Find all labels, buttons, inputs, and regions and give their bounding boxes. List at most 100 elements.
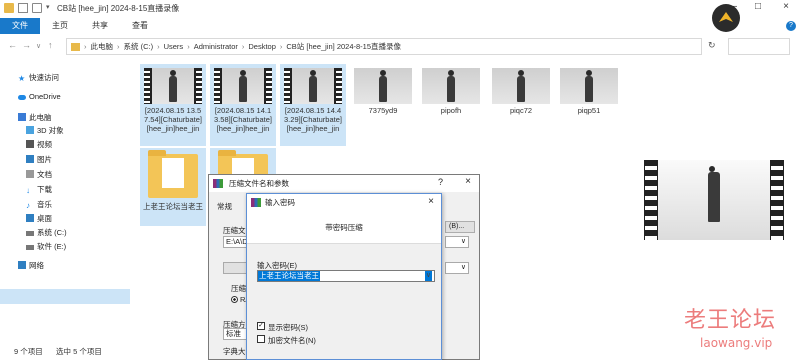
file-item-folder-1[interactable]: 上老王论坛当老王 [140,148,206,226]
refresh-icon[interactable]: ↻ [708,40,716,51]
dialog-close-button[interactable]: × [428,196,434,207]
folder-icon [148,150,198,198]
file-item-video-1[interactable]: [2024.08.15 13.57.54][Chaturbate][hee_ji… [140,64,206,146]
dictionary-label: 字典大 [223,347,246,356]
file-item-image-2[interactable]: pipofh [418,64,484,146]
selected-highlight [0,289,130,304]
encrypt-filenames-checkbox[interactable] [257,335,265,343]
format-label: 压缩 [231,284,246,293]
sidebar-item-drive-c[interactable]: 系统 (C:) [26,227,67,238]
sidebar-item-this-pc[interactable]: 此电脑 [18,112,52,123]
download-icon: ↓ [26,186,30,195]
file-name: piqp51 [577,106,601,115]
browse-button[interactable]: (B)... [445,221,475,233]
forward-icon[interactable]: → [22,40,31,50]
cloud-icon [18,95,26,100]
image-thumbnail [492,68,550,104]
options-select[interactable]: ∨ [445,262,469,274]
dialog-close-button[interactable]: × [465,176,471,187]
breadcrumb-drive-c[interactable]: 系统 (C:) [124,41,154,52]
dialog-header: 带密码压缩 [247,212,441,244]
chevron-down-icon: ∨ [460,238,466,245]
watermark-text: 老王论坛 [684,308,777,333]
tab-home[interactable]: 主页 [40,18,80,34]
desktop-icon [26,214,34,222]
quick-access-toolbar: ▾ [4,3,56,13]
method-select[interactable]: 标准 [223,328,247,340]
folder-icon [71,42,80,51]
help-button[interactable]: ? [438,177,443,187]
sidebar-item-desktop[interactable]: 桌面 [26,213,52,224]
breadcrumb-current-folder[interactable]: CB站 [hee_jin] 2024-8-15直播录像 [286,41,401,52]
music-icon: ♪ [26,201,30,210]
breadcrumb-this-pc[interactable]: 此电脑 [91,41,114,52]
recent-locations-icon[interactable]: ∨ [36,42,41,50]
tab-general[interactable]: 常规 [217,201,232,212]
sidebar-item-downloads[interactable]: ↓ 下载 [26,184,52,195]
star-icon: ★ [18,74,26,83]
network-icon [18,261,26,269]
document-icon [26,170,34,178]
show-password-label: 显示密码(S) [268,323,308,332]
sidebar-item-3d-objects[interactable]: 3D 对象 [26,125,64,136]
encrypt-filenames-label: 加密文件名(N) [268,336,316,345]
sidebar-item-documents[interactable]: 文档 [26,169,52,180]
password-dialog: 输入密码 × 带密码压缩 输入密码(E) 上老王论坛当老王 ∨ ✓ 显示密码(S… [246,193,442,360]
sidebar-item-quick-access[interactable]: ★ 快速访问 [18,72,59,83]
selected-count: 选中 5 个项目 [56,347,102,356]
maximize-button[interactable]: □ [748,1,768,12]
cube-icon [26,126,34,134]
breadcrumb-desktop[interactable]: Desktop [248,42,276,51]
winrar-icon [251,198,261,207]
image-thumbnail [560,68,618,104]
close-button[interactable]: × [776,1,796,12]
video-icon [26,140,34,148]
show-password-checkbox[interactable]: ✓ [257,322,265,330]
winrar-icon [213,179,223,188]
back-icon[interactable]: ← [8,40,17,50]
sidebar-item-network[interactable]: 网络 [18,260,44,271]
customize-toolbar-icon[interactable]: ▾ [46,3,56,13]
file-item-video-2[interactable]: [2024.08.15 14.13.58][Chaturbate][hee_ji… [210,64,276,146]
sidebar-item-music[interactable]: ♪ 音乐 [26,199,52,210]
dialog-title: 输入密码 [247,194,441,212]
sidebar-item-onedrive[interactable]: OneDrive [18,92,61,101]
ribbon-tabs: 文件 主页 共享 查看 [0,18,800,34]
help-icon[interactable]: ? [786,21,796,31]
search-input[interactable] [728,38,790,55]
tab-view[interactable]: 查看 [120,18,160,34]
password-input[interactable]: 上老王论坛当老王 ∨ [257,270,435,282]
video-thumbnail [284,68,342,104]
computer-icon [18,113,26,121]
new-folder-icon[interactable] [32,3,42,13]
navigation-bar: ← → ∨ ↑ › 此电脑 › 系统 (C:) › Users › Admini… [0,38,800,56]
image-thumbnail [422,68,480,104]
update-mode-select[interactable]: ∨ [445,236,469,248]
tab-file[interactable]: 文件 [0,18,40,34]
sidebar-item-drive-e[interactable]: 软件 (E:) [26,241,66,252]
sidebar-item-videos[interactable]: 视频 [26,139,52,150]
folder-icon [4,3,14,13]
file-item-image-1[interactable]: 7375yd9 [350,64,416,146]
profiles-button[interactable] [223,262,247,274]
title-bar: ▾ CB站 [hee_jin] 2024-8-15直播录像 — □ × [0,0,800,18]
file-name: 7375yd9 [368,106,398,115]
chevron-down-icon[interactable]: ∨ [424,271,432,281]
image-thumbnail [354,68,412,104]
breadcrumb-users[interactable]: Users [164,42,184,51]
file-item-image-3[interactable]: piqc72 [488,64,554,146]
up-icon[interactable]: ↑ [48,40,53,50]
preview-pane [644,160,784,240]
sidebar-item-pictures[interactable]: 图片 [26,154,52,165]
file-name: [2024.08.15 14.43.29][Chaturbate][hee_ji… [284,106,342,133]
breadcrumb-administrator[interactable]: Administrator [194,42,238,51]
address-bar[interactable]: › 此电脑 › 系统 (C:) › Users › Administrator … [66,38,702,55]
properties-icon[interactable] [18,3,28,13]
archive-name-field[interactable]: E:\A\D [223,236,248,248]
item-count: 9 个项目 [14,347,43,356]
watermark-url: laowang.vip [700,336,773,350]
file-item-image-4[interactable]: piqp51 [556,64,622,146]
tab-share[interactable]: 共享 [80,18,120,34]
file-name: pipofh [440,106,462,115]
file-item-video-3[interactable]: [2024.08.15 14.43.29][Chaturbate][hee_ji… [280,64,346,146]
